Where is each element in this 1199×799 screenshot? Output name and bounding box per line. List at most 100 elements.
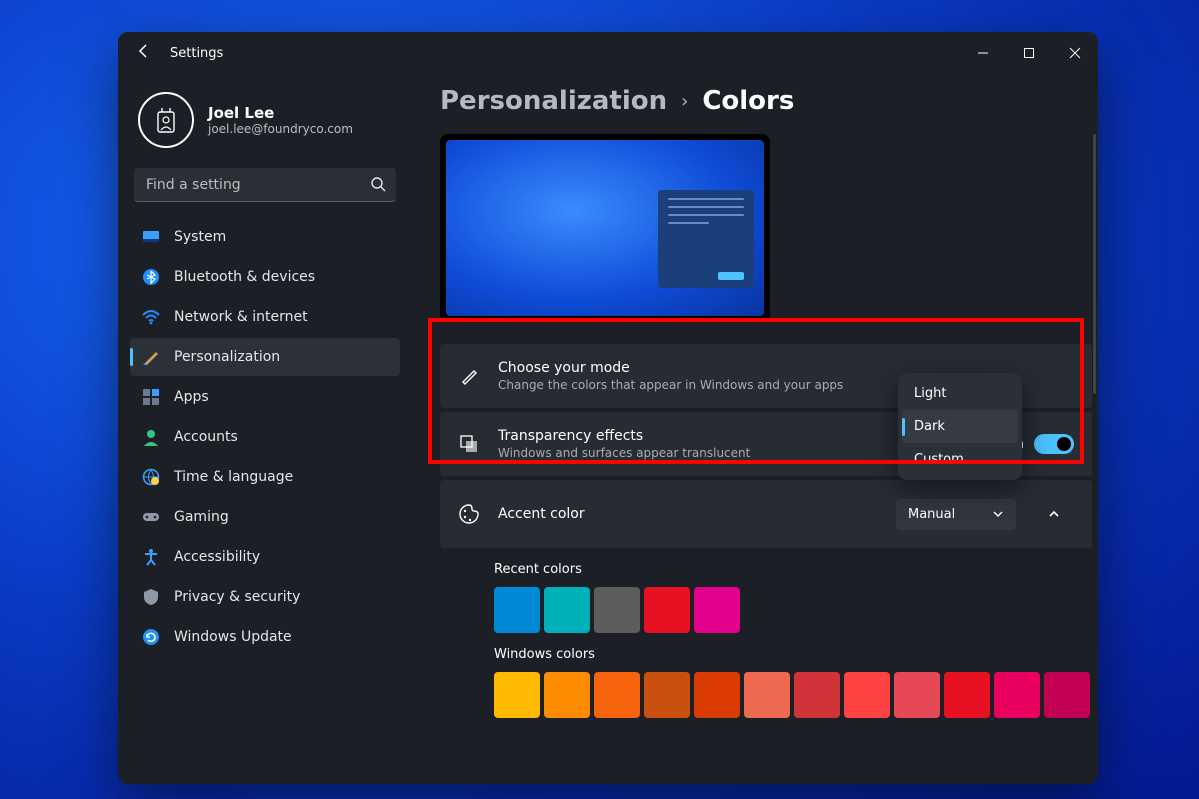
profile-email: joel.lee@foundryco.com	[208, 122, 353, 136]
sidebar-item-gaming[interactable]: Gaming	[130, 498, 400, 536]
search-box	[134, 168, 396, 202]
sidebar-item-accessibility[interactable]: Accessibility	[130, 538, 400, 576]
globe-clock-icon	[142, 468, 160, 486]
theme-preview-wallpaper	[446, 140, 764, 316]
breadcrumb-parent[interactable]: Personalization	[440, 86, 667, 116]
display-icon	[142, 228, 160, 246]
theme-preview	[440, 134, 770, 322]
choose-mode-subtitle: Change the colors that appear in Windows…	[498, 378, 843, 392]
accessibility-icon	[142, 548, 160, 566]
color-swatch[interactable]	[594, 587, 640, 633]
profile-block[interactable]: Joel Lee joel.lee@foundryco.com	[130, 82, 400, 166]
sidebar-item-privacy[interactable]: Privacy & security	[130, 578, 400, 616]
apps-icon	[142, 388, 160, 406]
transparency-subtitle: Windows and surfaces appear translucent	[498, 446, 750, 460]
mode-option-light[interactable]: Light	[902, 377, 1018, 410]
accent-color-title: Accent color	[498, 506, 585, 522]
paintbrush-outline-icon	[458, 366, 480, 386]
wifi-icon	[142, 308, 160, 326]
sidebar-item-network[interactable]: Network & internet	[130, 298, 400, 336]
transparency-icon	[458, 434, 480, 454]
accent-color-dropdown[interactable]: Manual	[896, 499, 1016, 530]
settings-window: Settings Joel Lee joel.lee@foundryco.com	[118, 32, 1098, 784]
color-swatch[interactable]	[544, 587, 590, 633]
arrow-left-icon	[136, 43, 152, 59]
minimize-icon	[977, 47, 989, 59]
back-button[interactable]	[126, 43, 162, 63]
sidebar-item-update[interactable]: Windows Update	[130, 618, 400, 656]
sidebar-item-label: Bluetooth & devices	[174, 269, 315, 285]
breadcrumb: Personalization › Colors	[440, 86, 1092, 116]
theme-preview-window	[658, 190, 754, 288]
search-icon	[370, 176, 386, 196]
sidebar-item-personalization[interactable]: Personalization	[130, 338, 400, 376]
chevron-down-icon	[992, 508, 1004, 520]
sidebar-item-label: Personalization	[174, 349, 280, 365]
sidebar-item-apps[interactable]: Apps	[130, 378, 400, 416]
color-swatch[interactable]	[544, 672, 590, 718]
chevron-up-icon	[1047, 507, 1061, 521]
accent-color-expand[interactable]	[1034, 494, 1074, 534]
app-title: Settings	[170, 46, 223, 61]
mode-option-custom[interactable]: Custom	[902, 443, 1018, 476]
paintbrush-icon	[142, 348, 160, 366]
color-swatch[interactable]	[694, 672, 740, 718]
color-swatch[interactable]	[494, 587, 540, 633]
page-title: Colors	[702, 86, 794, 116]
accent-color-value: Manual	[908, 507, 955, 522]
main-content: Personalization › Colors Choose y	[412, 74, 1098, 784]
color-swatch[interactable]	[494, 672, 540, 718]
profile-name: Joel Lee	[208, 104, 353, 122]
titlebar: Settings	[118, 32, 1098, 74]
update-icon	[142, 628, 160, 646]
search-input[interactable]	[134, 168, 396, 202]
scrollbar[interactable]	[1093, 134, 1096, 394]
palette-icon	[458, 503, 480, 525]
close-button[interactable]	[1052, 32, 1098, 74]
color-swatch[interactable]	[644, 672, 690, 718]
color-swatch[interactable]	[1044, 672, 1090, 718]
sidebar-item-label: Gaming	[174, 509, 229, 525]
shield-icon	[142, 588, 160, 606]
sidebar-item-accounts[interactable]: Accounts	[130, 418, 400, 456]
avatar	[138, 92, 194, 148]
sidebar: Joel Lee joel.lee@foundryco.com System B…	[118, 74, 412, 784]
sidebar-item-label: Windows Update	[174, 629, 292, 645]
color-swatch[interactable]	[594, 672, 640, 718]
close-icon	[1069, 47, 1081, 59]
sidebar-item-bluetooth[interactable]: Bluetooth & devices	[130, 258, 400, 296]
color-swatch[interactable]	[944, 672, 990, 718]
sidebar-item-label: Privacy & security	[174, 589, 300, 605]
accent-color-row[interactable]: Accent color Manual	[440, 480, 1092, 548]
windows-colors-label: Windows colors	[494, 647, 1092, 662]
gamepad-icon	[142, 508, 160, 526]
windows-colors-swatches	[494, 672, 1092, 718]
sidebar-item-label: Network & internet	[174, 309, 308, 325]
maximize-button[interactable]	[1006, 32, 1052, 74]
sidebar-item-label: Accessibility	[174, 549, 260, 565]
color-swatch[interactable]	[744, 672, 790, 718]
color-swatch[interactable]	[844, 672, 890, 718]
color-swatch[interactable]	[794, 672, 840, 718]
minimize-button[interactable]	[960, 32, 1006, 74]
sidebar-item-label: System	[174, 229, 226, 245]
window-controls	[960, 32, 1098, 74]
sidebar-item-system[interactable]: System	[130, 218, 400, 256]
sidebar-item-time[interactable]: Time & language	[130, 458, 400, 496]
sidebar-item-label: Time & language	[174, 469, 293, 485]
sidebar-item-label: Accounts	[174, 429, 238, 445]
mode-dropdown-menu: Light Dark Custom	[898, 373, 1022, 480]
sidebar-item-label: Apps	[174, 389, 209, 405]
color-swatch[interactable]	[894, 672, 940, 718]
mode-option-dark[interactable]: Dark	[902, 410, 1018, 443]
transparency-title: Transparency effects	[498, 428, 750, 444]
color-swatch[interactable]	[694, 587, 740, 633]
recent-colors-label: Recent colors	[494, 562, 1092, 577]
choose-mode-title: Choose your mode	[498, 360, 843, 376]
transparency-toggle[interactable]	[1034, 434, 1074, 454]
color-swatch[interactable]	[644, 587, 690, 633]
nav: System Bluetooth & devices Network & int…	[130, 218, 400, 656]
color-swatch[interactable]	[994, 672, 1040, 718]
person-icon	[142, 428, 160, 446]
maximize-icon	[1023, 47, 1035, 59]
